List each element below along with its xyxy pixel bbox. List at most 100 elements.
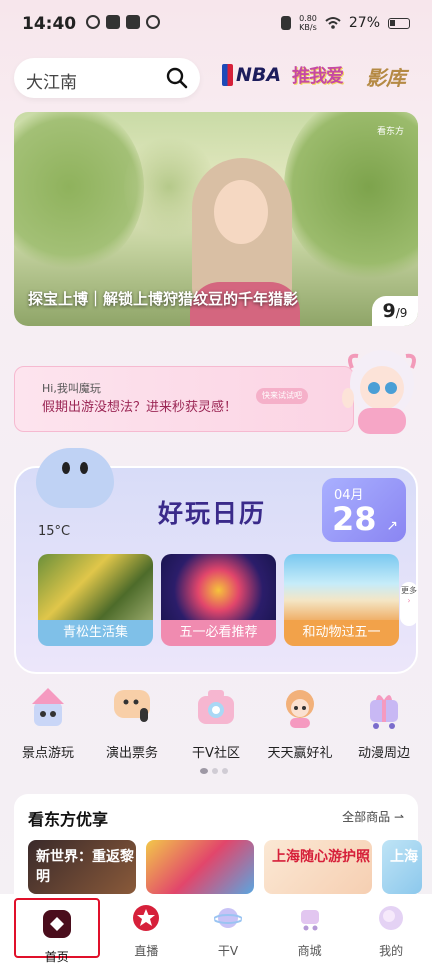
profile-icon bbox=[379, 906, 404, 930]
castle-icon bbox=[32, 688, 64, 726]
notification-app-icon bbox=[106, 15, 120, 29]
banner-brand: 看东方 bbox=[376, 127, 404, 137]
tab-label: 商城 bbox=[297, 944, 322, 958]
notification-app-icon bbox=[86, 15, 100, 29]
tab-home[interactable]: 首页 bbox=[14, 898, 100, 964]
tile-label: 和动物过五一 bbox=[284, 620, 399, 646]
tile-image bbox=[38, 554, 153, 620]
vibrate-icon bbox=[281, 16, 292, 30]
quick-link-label: 干V社区 bbox=[192, 746, 240, 761]
tab-ganv[interactable]: 干V bbox=[187, 894, 269, 964]
shop-item[interactable]: 新世界：重返黎明 bbox=[28, 840, 136, 894]
calendar-date-button[interactable]: 04月 28 ↗ bbox=[322, 478, 406, 542]
notification-icons bbox=[86, 15, 160, 29]
tab-label: 我的 bbox=[379, 944, 404, 958]
page-dots bbox=[200, 768, 228, 774]
nba-logoman-icon bbox=[222, 64, 233, 86]
home-icon bbox=[42, 910, 71, 938]
search-placeholder: 大江南 bbox=[26, 73, 77, 93]
film-library-logo[interactable]: 影库 bbox=[366, 62, 406, 91]
ai-mascot-icon bbox=[342, 350, 416, 434]
more-label: 更多 bbox=[401, 586, 417, 595]
calendar-tile[interactable]: 青松生活集 bbox=[38, 554, 153, 646]
calendar-more-button[interactable]: 更多 › bbox=[400, 582, 418, 626]
cloud-mascot-icon bbox=[36, 448, 114, 508]
quick-links: 景点游玩 演出票务 干V社区 天天赢好礼 动漫周边 bbox=[0, 686, 432, 761]
hero-banner[interactable]: 看东方 探宝上博｜解锁上博狩猎纹豆的千年猎影 9/9 bbox=[14, 112, 418, 326]
cloud-eye bbox=[80, 462, 88, 474]
shop-item[interactable]: 上海 bbox=[382, 840, 422, 894]
tile-image bbox=[161, 554, 276, 620]
shop-title: 看东方优享 bbox=[28, 810, 109, 829]
notification-play-icon bbox=[126, 15, 140, 29]
microphone-icon bbox=[114, 690, 150, 722]
tab-live[interactable]: 直播 bbox=[106, 894, 188, 964]
banner-counter-current: 9 bbox=[382, 300, 396, 322]
nba-logo-text: NBA bbox=[236, 64, 282, 86]
channel-logo-2[interactable]: 推我爱 bbox=[292, 62, 344, 88]
quick-link-label: 演出票务 bbox=[105, 746, 158, 761]
shop-item-text: 上海随心游护照 bbox=[272, 849, 370, 865]
shop-section: 看东方优享 全部商品 ⇀ 新世界：重返黎明 上海随心游护照 上海 bbox=[14, 794, 422, 894]
notification-crown-icon bbox=[146, 15, 160, 29]
quick-link-merch[interactable]: 动漫周边 bbox=[342, 686, 426, 761]
chevron-right-icon: › bbox=[407, 596, 411, 605]
quick-link-community[interactable]: 干V社区 bbox=[174, 686, 258, 761]
doll-icon bbox=[286, 690, 314, 728]
ai-greeting: Hi,我叫魔玩 bbox=[42, 382, 101, 395]
net-speed-unit: KB/s bbox=[299, 23, 317, 32]
net-speed: 0.80 KB/s bbox=[299, 14, 317, 32]
banner-title: 探宝上博｜解锁上博狩猎纹豆的千年猎影 bbox=[28, 290, 299, 308]
battery-icon bbox=[388, 17, 410, 29]
ai-assistant-promo[interactable]: Hi,我叫魔玩 假期出游没想法？进来秒获灵感！ 快来试试吧 bbox=[14, 350, 418, 434]
status-bar: 14:40 0.80 KB/s 27% bbox=[0, 0, 432, 48]
page-dot bbox=[222, 768, 228, 774]
quick-link-label: 动漫周边 bbox=[357, 746, 410, 761]
nba-logo[interactable]: NBA bbox=[222, 64, 281, 86]
calendar-day: 28 bbox=[332, 500, 377, 538]
calendar-tile[interactable]: 和动物过五一 bbox=[284, 554, 399, 646]
calendar-tiles: 青松生活集 五一必看推荐 和动物过五一 bbox=[38, 554, 399, 646]
tab-label: 直播 bbox=[134, 944, 159, 958]
battery-text: 27% bbox=[348, 15, 380, 31]
tab-profile[interactable]: 我的 bbox=[350, 894, 432, 964]
status-time: 14:40 bbox=[22, 14, 77, 34]
search-input[interactable]: 大江南 bbox=[14, 58, 200, 98]
willow-tree bbox=[284, 112, 418, 282]
quick-link-label: 景点游玩 bbox=[21, 746, 74, 761]
shop-item-text: 新世界：重返黎明 bbox=[36, 849, 134, 885]
ai-try-button[interactable]: 快来试试吧 bbox=[256, 388, 308, 404]
shop-items: 新世界：重返黎明 上海随心游护照 上海 bbox=[28, 840, 422, 894]
camera-icon bbox=[198, 690, 234, 724]
quick-link-label: 天天赢好礼 bbox=[267, 746, 333, 761]
banner-page-indicator: 9/9 bbox=[372, 296, 418, 326]
banner-counter-total: /9 bbox=[395, 306, 408, 320]
calendar-tile[interactable]: 五一必看推荐 bbox=[161, 554, 276, 646]
status-right: 0.80 KB/s 27% bbox=[281, 14, 410, 32]
quick-link-attractions[interactable]: 景点游玩 bbox=[6, 686, 90, 761]
tile-label: 青松生活集 bbox=[38, 620, 153, 646]
tile-image bbox=[284, 554, 399, 620]
tab-label: 首页 bbox=[44, 950, 69, 964]
banner-figure-face bbox=[214, 180, 268, 244]
ai-message: 假期出游没想法？进来秒获灵感！ bbox=[42, 400, 238, 415]
all-products-link[interactable]: 全部商品 ⇀ bbox=[342, 808, 404, 825]
tab-label: 干V bbox=[217, 944, 239, 958]
quick-link-tickets[interactable]: 演出票务 bbox=[90, 686, 174, 761]
arrow-right-icon: ⇀ bbox=[393, 810, 404, 824]
quick-link-rewards[interactable]: 天天赢好礼 bbox=[258, 686, 342, 761]
cloud-eye bbox=[62, 462, 70, 474]
fun-calendar-card[interactable]: 好玩日历 04月 28 ↗ 15°C 青松生活集 五一必看推荐 和动物过五一 更… bbox=[14, 448, 418, 674]
net-speed-value: 0.80 bbox=[299, 14, 317, 23]
wifi-icon bbox=[325, 17, 341, 29]
page-dot-active bbox=[200, 768, 208, 774]
tab-mall[interactable]: 商城 bbox=[269, 894, 351, 964]
calendar-title: 好玩日历 bbox=[158, 499, 267, 528]
shop-item[interactable]: 上海随心游护照 bbox=[264, 840, 372, 894]
live-star-icon bbox=[133, 905, 160, 931]
bottom-tab-bar: 首页 直播 干V 商城 我的 bbox=[0, 894, 432, 964]
shop-item-text: 上海 bbox=[390, 849, 418, 865]
tile-label: 五一必看推荐 bbox=[161, 620, 276, 646]
shop-item[interactable] bbox=[146, 840, 254, 894]
search-icon[interactable] bbox=[166, 67, 188, 89]
